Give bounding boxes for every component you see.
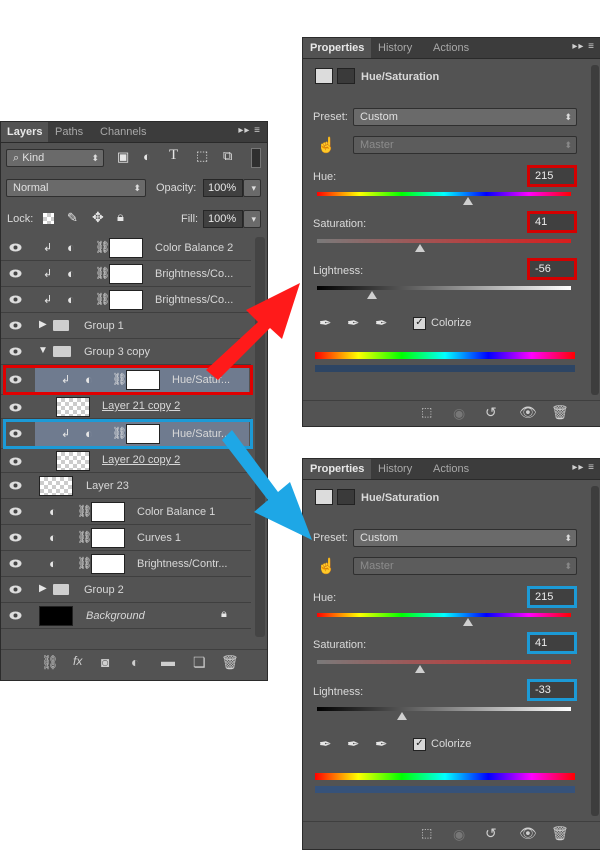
red-arrow	[206, 283, 300, 380]
annotation-arrows	[206, 283, 312, 540]
blue-arrow	[222, 430, 312, 540]
